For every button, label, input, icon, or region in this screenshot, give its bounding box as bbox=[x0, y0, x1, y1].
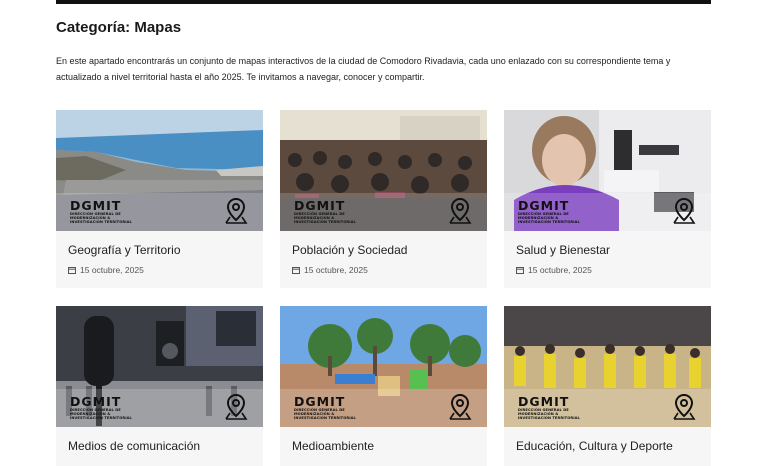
map-card-geografia[interactable]: DGMIT DIRECCIÓN GENERAL DE MODERNIZACIÓN… bbox=[56, 110, 263, 288]
dgmit-logo: DGMIT DIRECCIÓN GENERAL DE MODERNIZACIÓN… bbox=[70, 394, 132, 420]
map-pin-icon bbox=[673, 393, 696, 420]
card-thumbnail[interactable]: DGMIT DIRECCIÓN GENERAL DE MODERNIZACIÓN… bbox=[56, 306, 263, 427]
card-thumbnail[interactable]: DGMIT DIRECCIÓN GENERAL DE MODERNIZACIÓN… bbox=[504, 110, 711, 231]
card-title[interactable]: Salud y Bienestar bbox=[516, 243, 610, 257]
calendar-icon bbox=[68, 267, 76, 274]
dgmit-logo: DGMIT DIRECCIÓN GENERAL DE MODERNIZACIÓN… bbox=[70, 198, 132, 224]
page-intro: En este apartado encontrarás un conjunto… bbox=[56, 56, 671, 82]
map-pin-icon bbox=[225, 393, 248, 420]
map-card-educacion[interactable]: DGMIT DIRECCIÓN GENERAL DE MODERNIZACIÓN… bbox=[504, 306, 711, 466]
dgmit-logo: DGMIT DIRECCIÓN GENERAL DE MODERNIZACIÓN… bbox=[294, 198, 356, 224]
card-thumbnail[interactable]: DGMIT DIRECCIÓN GENERAL DE MODERNIZACIÓN… bbox=[280, 110, 487, 231]
card-title[interactable]: Población y Sociedad bbox=[292, 243, 407, 257]
map-pin-icon bbox=[449, 197, 472, 224]
map-card-medioambiente[interactable]: DGMIT DIRECCIÓN GENERAL DE MODERNIZACIÓN… bbox=[280, 306, 487, 466]
card-date: 15 octubre, 2025 bbox=[292, 265, 368, 275]
dgmit-logo: DGMIT DIRECCIÓN GENERAL DE MODERNIZACIÓN… bbox=[294, 394, 356, 420]
card-date: 15 octubre, 2025 bbox=[516, 265, 592, 275]
map-pin-icon bbox=[673, 197, 696, 224]
page-title: Categoría: Mapas bbox=[56, 19, 182, 36]
card-date: 15 octubre, 2025 bbox=[68, 265, 144, 275]
card-thumbnail[interactable]: DGMIT DIRECCIÓN GENERAL DE MODERNIZACIÓN… bbox=[504, 306, 711, 427]
header-divider-bar bbox=[56, 0, 711, 4]
card-title[interactable]: Geografía y Territorio bbox=[68, 243, 181, 257]
map-pin-icon bbox=[449, 393, 472, 420]
card-title[interactable]: Medios de comunicación bbox=[68, 439, 200, 453]
map-pin-icon bbox=[225, 197, 248, 224]
map-card-poblacion[interactable]: DGMIT DIRECCIÓN GENERAL DE MODERNIZACIÓN… bbox=[280, 110, 487, 288]
card-title[interactable]: Educación, Cultura y Deporte bbox=[516, 439, 673, 453]
card-thumbnail[interactable]: DGMIT DIRECCIÓN GENERAL DE MODERNIZACIÓN… bbox=[280, 306, 487, 427]
calendar-icon bbox=[516, 267, 524, 274]
card-thumbnail[interactable]: DGMIT DIRECCIÓN GENERAL DE MODERNIZACIÓN… bbox=[56, 110, 263, 231]
calendar-icon bbox=[292, 267, 300, 274]
dgmit-logo: DGMIT DIRECCIÓN GENERAL DE MODERNIZACIÓN… bbox=[518, 394, 580, 420]
card-title[interactable]: Medioambiente bbox=[292, 439, 374, 453]
dgmit-logo: DGMIT DIRECCIÓN GENERAL DE MODERNIZACIÓN… bbox=[518, 198, 580, 224]
map-card-medios[interactable]: DGMIT DIRECCIÓN GENERAL DE MODERNIZACIÓN… bbox=[56, 306, 263, 466]
map-card-salud[interactable]: DGMIT DIRECCIÓN GENERAL DE MODERNIZACIÓN… bbox=[504, 110, 711, 288]
